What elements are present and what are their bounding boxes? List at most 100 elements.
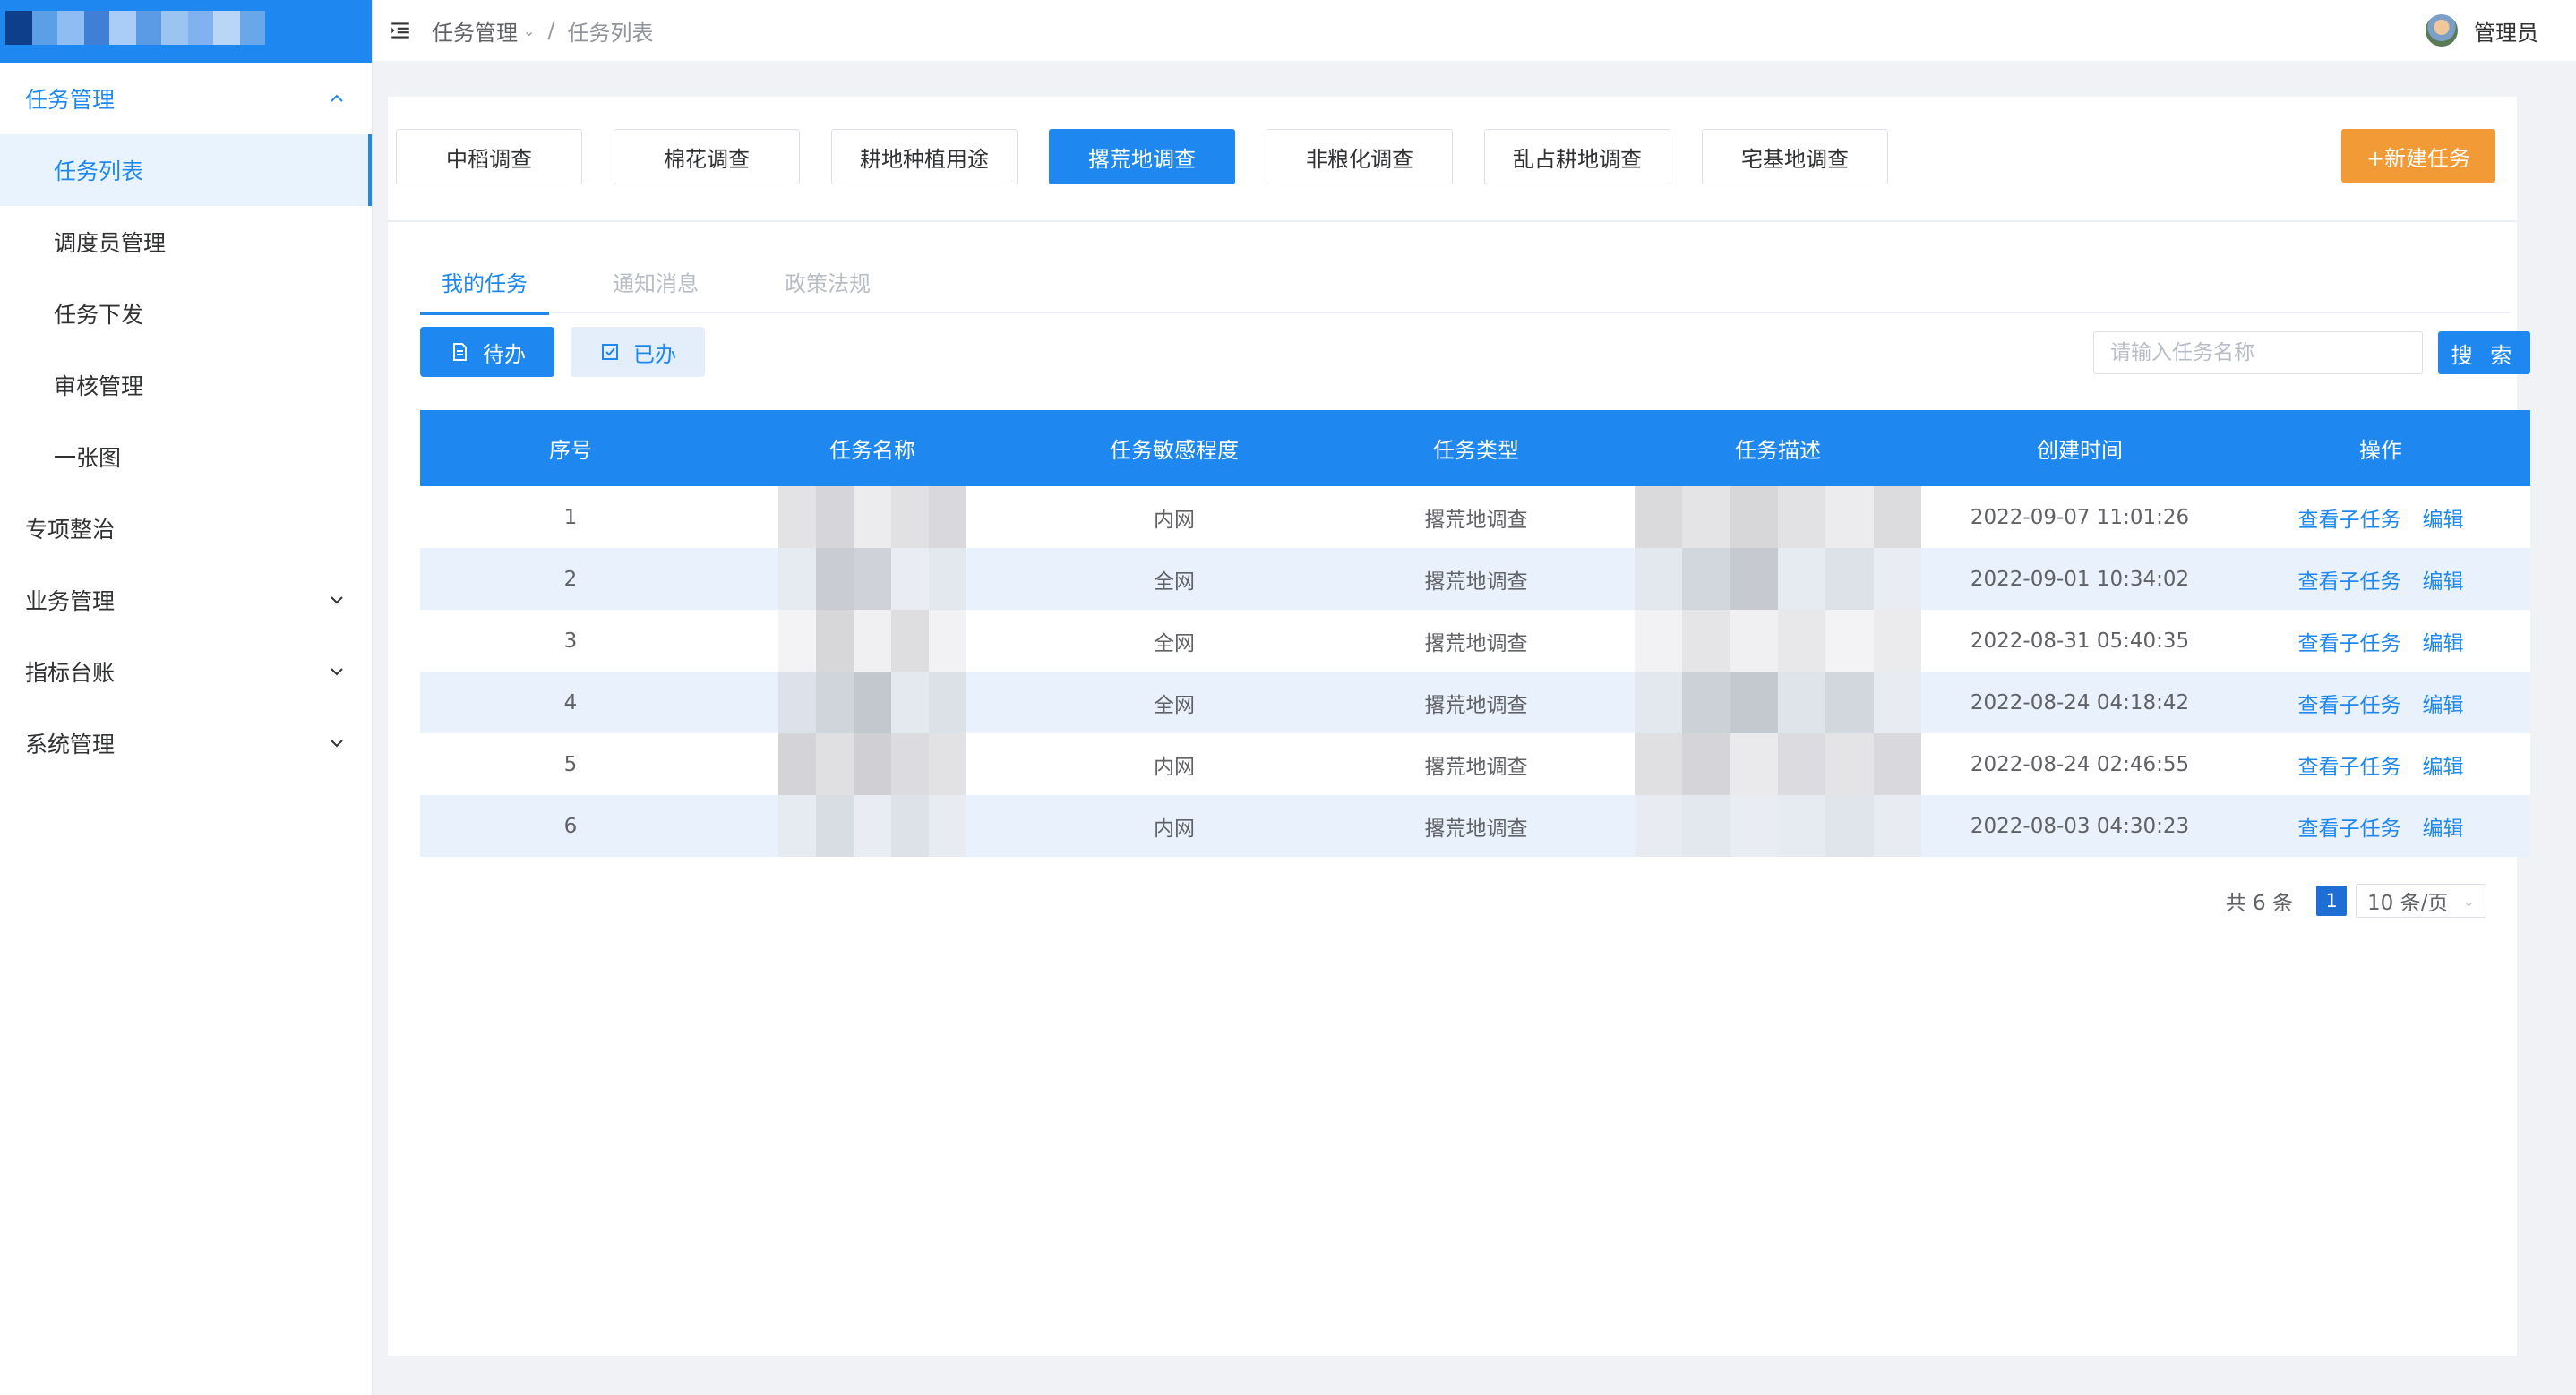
avatar bbox=[2426, 14, 2458, 47]
table-row: 5 内网 撂荒地调查 2022-08-24 02:46:55 查看子任务 编辑 bbox=[420, 733, 2530, 795]
sidebar-item-label: 任务管理 bbox=[25, 87, 116, 113]
cell-created: 2022-08-03 04:30:23 bbox=[1970, 814, 2190, 838]
task-type-button[interactable]: 棉花调查 bbox=[614, 129, 800, 184]
task-type-button[interactable]: 非粮化调查 bbox=[1267, 129, 1453, 184]
cell-task-name-redacted bbox=[721, 795, 1024, 857]
sidebar-item-dispatcher[interactable]: 调度员管理 bbox=[0, 206, 372, 278]
cell-description-redacted bbox=[1627, 610, 1928, 672]
cell-created: 2022-09-07 11:01:26 bbox=[1970, 505, 2190, 529]
view-subtasks-link[interactable]: 查看子任务 bbox=[2298, 749, 2401, 780]
todo-button[interactable]: 待办 bbox=[420, 327, 554, 377]
side-menu: 任务管理 任务列表 调度员管理 任务下发 审核管理 一张图 专项整治 业务管理 … bbox=[0, 63, 372, 779]
sidebar-item-label: 指标台账 bbox=[25, 660, 116, 686]
pagination-total: 共 6 条 bbox=[2225, 892, 2293, 915]
tab-my-tasks[interactable]: 我的任务 bbox=[420, 249, 549, 315]
cell-index: 3 bbox=[563, 629, 578, 653]
sidebar-item-label: 系统管理 bbox=[25, 732, 116, 757]
breadcrumb-item[interactable]: 任务管理 bbox=[432, 15, 518, 47]
tab-bar: 我的任务 通知消息 政策法规 bbox=[420, 249, 2511, 315]
task-type-button[interactable]: 宅基地调查 bbox=[1702, 129, 1888, 184]
cell-actions: 查看子任务 编辑 bbox=[2231, 548, 2530, 610]
sidebar-item-label: 任务列表 bbox=[54, 158, 144, 184]
tab-notifications[interactable]: 通知消息 bbox=[613, 249, 699, 313]
breadcrumb-current: 任务列表 bbox=[567, 20, 654, 46]
sidebar-item-system[interactable]: 系统管理 bbox=[0, 707, 372, 779]
page-number-current[interactable]: 1 bbox=[2316, 886, 2347, 916]
sidebar-item-label: 任务下发 bbox=[54, 302, 144, 328]
table-row: 3 全网 撂荒地调查 2022-08-31 05:40:35 查看子任务 编辑 bbox=[420, 610, 2530, 672]
document-icon bbox=[453, 343, 467, 361]
user-menu[interactable]: 管理员 bbox=[2426, 0, 2538, 61]
top-header: 任务管理 ⌄ / 任务列表 管理员 bbox=[373, 0, 2576, 61]
cell-created: 2022-08-31 05:40:35 bbox=[1970, 629, 2190, 653]
chevron-down-icon bbox=[327, 733, 347, 753]
column-header: 创建时间 bbox=[2037, 438, 2123, 463]
done-label: 已办 bbox=[633, 341, 676, 367]
cell-index: 1 bbox=[563, 505, 578, 529]
sidebar: 任务管理 任务列表 调度员管理 任务下发 审核管理 一张图 专项整治 业务管理 … bbox=[0, 0, 373, 1395]
cell-sensitivity: 内网 bbox=[1154, 755, 1195, 779]
sidebar-item-one-map[interactable]: 一张图 bbox=[0, 421, 372, 492]
sidebar-item-special[interactable]: 专项整治 bbox=[0, 492, 372, 564]
cell-actions: 查看子任务 编辑 bbox=[2231, 733, 2530, 795]
task-type-button[interactable]: 乱占耕地调查 bbox=[1484, 129, 1670, 184]
view-subtasks-link[interactable]: 查看子任务 bbox=[2298, 502, 2401, 533]
sidebar-item-ledger[interactable]: 指标台账 bbox=[0, 636, 372, 707]
sidebar-item-label: 审核管理 bbox=[54, 373, 144, 399]
edit-link[interactable]: 编辑 bbox=[2423, 811, 2464, 842]
done-button[interactable]: 已办 bbox=[571, 327, 705, 377]
tab-policies[interactable]: 政策法规 bbox=[785, 249, 871, 313]
sidebar-item-label: 一张图 bbox=[54, 445, 122, 471]
todo-label: 待办 bbox=[483, 341, 526, 367]
view-subtasks-link[interactable]: 查看子任务 bbox=[2298, 564, 2401, 595]
sidebar-item-review[interactable]: 审核管理 bbox=[0, 349, 372, 421]
cell-created: 2022-09-01 10:34:02 bbox=[1970, 567, 2190, 591]
chevron-down-icon: ⌄ bbox=[523, 21, 536, 39]
search-input[interactable] bbox=[2093, 331, 2423, 374]
task-type-button[interactable]: 中稻调查 bbox=[396, 129, 582, 184]
sidebar-item-label: 专项整治 bbox=[25, 517, 116, 543]
menu-fold-icon[interactable] bbox=[385, 15, 416, 46]
column-header: 任务描述 bbox=[1735, 438, 1821, 463]
sidebar-item-label: 业务管理 bbox=[25, 588, 116, 614]
cell-actions: 查看子任务 编辑 bbox=[2231, 610, 2530, 672]
logo-mosaic bbox=[5, 11, 265, 45]
task-type-bar: 中稻调查 棉花调查 耕地种植用途 撂荒地调查 非粮化调查 乱占耕地调查 宅基地调… bbox=[388, 97, 2517, 222]
cell-description-redacted bbox=[1627, 486, 1928, 548]
table-row: 2 全网 撂荒地调查 2022-09-01 10:34:02 查看子任务 编辑 bbox=[420, 548, 2530, 610]
edit-link[interactable]: 编辑 bbox=[2423, 626, 2464, 656]
column-header: 序号 bbox=[549, 438, 592, 463]
edit-link[interactable]: 编辑 bbox=[2423, 688, 2464, 718]
sidebar-item-task-management[interactable]: 任务管理 bbox=[0, 63, 372, 134]
breadcrumb: 任务管理 ⌄ / 任务列表 bbox=[432, 15, 654, 47]
cell-task-name-redacted bbox=[721, 610, 1024, 672]
column-header: 任务类型 bbox=[1433, 438, 1519, 463]
edit-link[interactable]: 编辑 bbox=[2423, 749, 2464, 780]
page-size-select[interactable]: 10 条/页 ⌄ bbox=[2356, 884, 2486, 918]
view-subtasks-link[interactable]: 查看子任务 bbox=[2298, 626, 2401, 656]
cell-created: 2022-08-24 02:46:55 bbox=[1970, 752, 2190, 776]
chevron-down-icon: ⌄ bbox=[2462, 892, 2475, 910]
user-name: 管理员 bbox=[2474, 20, 2538, 46]
sidebar-item-task-list[interactable]: 任务列表 bbox=[0, 134, 372, 206]
sidebar-item-business[interactable]: 业务管理 bbox=[0, 564, 372, 636]
edit-link[interactable]: 编辑 bbox=[2423, 502, 2464, 533]
cell-created: 2022-08-24 04:18:42 bbox=[1970, 690, 2190, 715]
cell-type: 撂荒地调查 bbox=[1424, 755, 1528, 779]
cell-sensitivity: 内网 bbox=[1154, 508, 1195, 532]
new-task-button[interactable]: +新建任务 bbox=[2341, 129, 2495, 183]
breadcrumb-separator: / bbox=[547, 18, 555, 43]
logo bbox=[0, 0, 372, 63]
cell-description-redacted bbox=[1627, 733, 1928, 795]
sidebar-item-task-dispatch[interactable]: 任务下发 bbox=[0, 278, 372, 349]
cell-actions: 查看子任务 编辑 bbox=[2231, 672, 2530, 733]
view-subtasks-link[interactable]: 查看子任务 bbox=[2298, 688, 2401, 718]
view-subtasks-link[interactable]: 查看子任务 bbox=[2298, 811, 2401, 842]
search-button[interactable]: 搜 索 bbox=[2438, 331, 2530, 374]
sidebar-item-label: 调度员管理 bbox=[54, 230, 167, 256]
task-type-button[interactable]: 耕地种植用途 bbox=[831, 129, 1018, 184]
chevron-down-icon bbox=[327, 590, 347, 610]
page-size-value: 10 条/页 bbox=[2367, 892, 2449, 915]
edit-link[interactable]: 编辑 bbox=[2423, 564, 2464, 595]
task-type-button-active[interactable]: 撂荒地调查 bbox=[1049, 129, 1235, 184]
